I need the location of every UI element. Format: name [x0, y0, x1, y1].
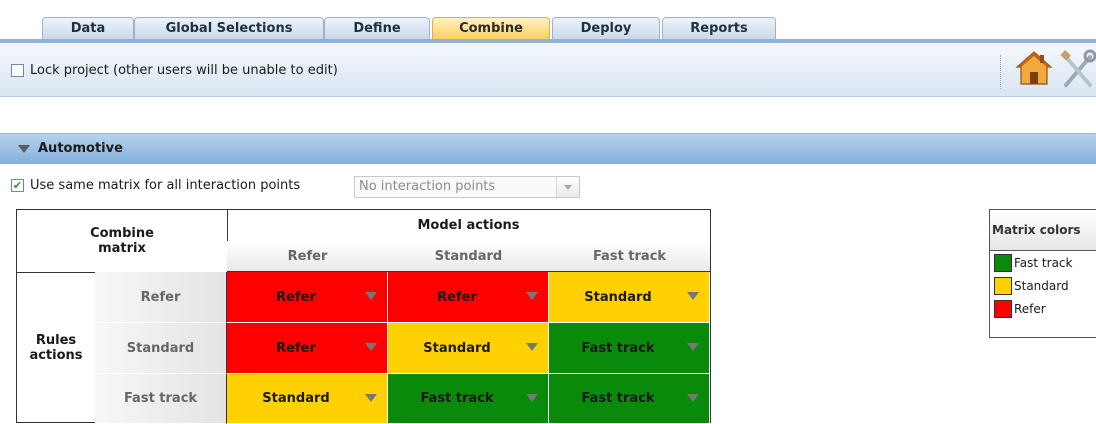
rules-actions-header: Rules actions	[17, 272, 96, 424]
matrix-cell-value: Standard	[423, 340, 491, 356]
combine-matrix-line2: matrix	[98, 241, 146, 256]
tab-bar: Data Global Selections Define Combine De…	[0, 0, 1096, 43]
model-actions-header: Model actions	[227, 210, 710, 242]
tab-deploy[interactable]: Deploy	[552, 17, 660, 39]
toolbar: Lock project (other users will be unable…	[0, 43, 1096, 97]
row-header-refer: Refer	[95, 272, 227, 323]
cell-dropdown-icon[interactable]	[526, 343, 538, 351]
tab-reports[interactable]: Reports	[662, 17, 776, 39]
legend-swatch	[994, 276, 1012, 295]
cell-dropdown-icon[interactable]	[526, 292, 538, 300]
section-title: Automotive	[38, 141, 123, 156]
interaction-points-select[interactable]: No interaction points	[354, 176, 580, 198]
cell-dropdown-icon[interactable]	[365, 393, 377, 402]
combine-matrix-line1: Combine	[90, 226, 154, 241]
interaction-points-placeholder: No interaction points	[359, 179, 496, 194]
row-header-fast-track: Fast track	[95, 374, 227, 424]
legend-label: Refer	[1014, 301, 1046, 316]
cell-dropdown-icon[interactable]	[365, 292, 377, 300]
matrix-cell-value: Standard	[262, 391, 330, 406]
tools-icon[interactable]	[1060, 47, 1096, 89]
tab-data[interactable]: Data	[42, 17, 134, 39]
matrix-cell[interactable]: Standard	[549, 272, 710, 323]
column-header-standard: Standard	[388, 241, 549, 272]
legend-label: Standard	[1014, 278, 1069, 293]
collapse-triangle-icon[interactable]	[18, 145, 30, 153]
cell-dropdown-icon[interactable]	[687, 343, 699, 351]
matrix-cell[interactable]: Fast track	[388, 374, 549, 424]
matrix-cell[interactable]: Standard	[388, 323, 549, 374]
tab-global-selections[interactable]: Global Selections	[134, 17, 324, 39]
matrix-cell-value: Fast track	[420, 391, 494, 406]
matrix-cell[interactable]: Fast track	[549, 323, 710, 374]
dropdown-arrow-icon[interactable]	[556, 177, 579, 197]
cell-dropdown-icon[interactable]	[687, 292, 699, 300]
matrix-cell-value: Refer	[437, 289, 477, 305]
column-header-refer: Refer	[227, 241, 388, 272]
cell-dropdown-icon[interactable]	[365, 343, 377, 351]
matrix-cell[interactable]: Fast track	[549, 374, 710, 424]
same-matrix-checkbox[interactable]: ✔	[11, 179, 24, 192]
row-header-standard: Standard	[95, 323, 227, 374]
legend-swatch	[994, 253, 1012, 272]
same-matrix-label: Use same matrix for all interaction poin…	[30, 178, 301, 193]
rules-actions-line1: Rules	[35, 333, 77, 348]
section-header[interactable]: Automotive	[0, 133, 1096, 164]
legend-title: Matrix colors	[990, 210, 1096, 251]
legend-item-standard: Standard	[990, 274, 1096, 297]
legend-label: Fast track	[1014, 255, 1073, 270]
lock-project-option[interactable]: Lock project (other users will be unable…	[11, 63, 338, 78]
lock-project-checkbox[interactable]	[11, 64, 24, 77]
same-matrix-option[interactable]: ✔ Use same matrix for all interaction po…	[11, 178, 300, 193]
matrix-cell[interactable]: Refer	[388, 272, 549, 323]
cell-dropdown-icon[interactable]	[687, 393, 699, 402]
column-header-fast-track: Fast track	[549, 241, 710, 272]
cell-dropdown-icon[interactable]	[526, 393, 538, 402]
toolbar-separator	[1000, 55, 1004, 89]
matrix-cell-value: Fast track	[581, 340, 655, 356]
tab-define[interactable]: Define	[324, 17, 430, 39]
matrix-cell[interactable]: Refer	[227, 272, 388, 323]
legend-swatch	[994, 299, 1012, 318]
home-icon[interactable]	[1014, 48, 1054, 88]
matrix-cell-value: Standard	[584, 289, 652, 305]
rules-actions-line2: actions	[29, 348, 83, 363]
tab-combine[interactable]: Combine	[432, 17, 550, 39]
lock-project-label: Lock project (other users will be unable…	[30, 63, 338, 78]
matrix-cell-value: Refer	[276, 289, 316, 305]
matrix-cell[interactable]: Standard	[227, 374, 388, 424]
combine-matrix: Combine matrix Model actions Refer Stand…	[16, 209, 711, 424]
legend-item-refer: Refer	[990, 297, 1096, 320]
combine-matrix-header: Combine matrix	[17, 210, 228, 273]
matrix-cell-value: Refer	[276, 340, 316, 356]
matrix-colors-legend: Matrix colors Fast track Standard Refer	[989, 209, 1096, 338]
legend-item-fast-track: Fast track	[990, 251, 1096, 274]
matrix-cell[interactable]: Refer	[227, 323, 388, 374]
matrix-cell-value: Fast track	[581, 391, 655, 406]
